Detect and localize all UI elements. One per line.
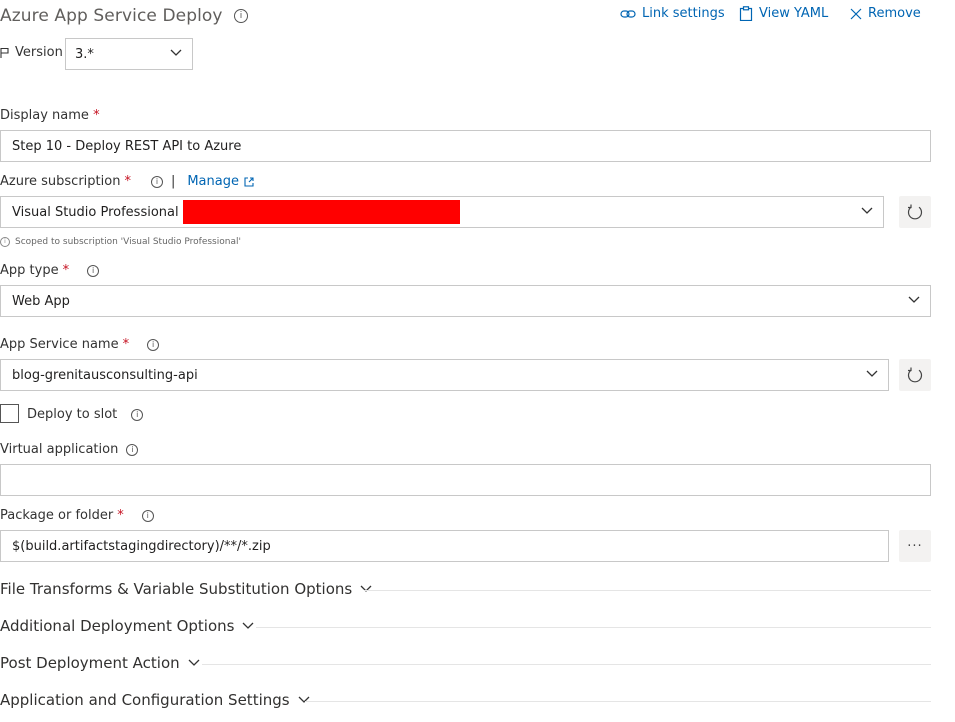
flag-icon xyxy=(0,47,9,58)
refresh-subscription-button[interactable] xyxy=(899,196,931,228)
chevron-down-icon xyxy=(298,696,310,703)
azure-subscription-label: Azure subscription * i | Manage xyxy=(0,174,254,189)
deploy-to-slot-label: Deploy to slot i xyxy=(27,407,144,422)
section-additional-deployment[interactable]: Additional Deployment Options xyxy=(0,617,254,635)
virtual-application-label-text: Virtual application xyxy=(0,442,119,457)
version-label: Version xyxy=(15,45,63,60)
section-title: Additional Deployment Options xyxy=(0,617,235,635)
app-type-value: Web App xyxy=(12,293,70,309)
required-marker: * xyxy=(124,174,131,189)
section-post-deployment[interactable]: Post Deployment Action xyxy=(0,654,200,672)
external-link-icon xyxy=(244,176,254,187)
version-label-group: Version xyxy=(0,45,63,60)
required-marker: * xyxy=(117,508,124,523)
info-icon[interactable]: i xyxy=(131,408,144,421)
link-settings-label: Link settings xyxy=(642,6,725,21)
info-icon[interactable]: i xyxy=(147,338,160,351)
info-icon[interactable]: i xyxy=(150,175,163,188)
required-marker: * xyxy=(62,263,70,278)
package-or-folder-label: Package or folder * i xyxy=(0,508,154,523)
section-file-transforms[interactable]: File Transforms & Variable Substitution … xyxy=(0,580,372,598)
browse-button[interactable]: ··· xyxy=(899,530,931,562)
section-title: Post Deployment Action xyxy=(0,654,180,672)
chevron-down-icon xyxy=(243,622,254,629)
chevron-down-icon xyxy=(170,49,182,56)
section-divider xyxy=(202,664,931,665)
display-name-label-text: Display name xyxy=(0,108,89,123)
package-or-folder-input[interactable]: $(build.artifactstagingdirectory)/**/*.z… xyxy=(0,530,889,562)
deploy-to-slot-label-text: Deploy to slot xyxy=(27,407,118,422)
app-type-select[interactable]: Web App xyxy=(0,285,931,317)
section-divider xyxy=(305,701,931,702)
link-settings-link[interactable]: Link settings xyxy=(620,6,725,21)
version-select[interactable]: 3.* xyxy=(65,38,193,70)
app-service-name-select[interactable]: blog-grenitausconsulting-api xyxy=(0,359,889,391)
task-title-row: Azure App Service Deploy i xyxy=(0,6,249,26)
app-service-name-label: App Service name * i xyxy=(0,337,160,352)
manage-link[interactable]: Manage xyxy=(187,174,239,189)
app-type-label-text: App type xyxy=(0,263,59,278)
more-icon: ··· xyxy=(907,538,923,554)
info-icon[interactable]: i xyxy=(234,9,249,23)
section-title: File Transforms & Variable Substitution … xyxy=(0,580,353,598)
section-title: Application and Configuration Settings xyxy=(0,691,290,709)
chevron-down-icon xyxy=(866,370,878,377)
section-divider xyxy=(256,627,931,628)
app-type-label: App type * i xyxy=(0,263,100,278)
redacted-block xyxy=(182,200,460,224)
scope-note: i Scoped to subscription 'Visual Studio … xyxy=(0,237,241,247)
chevron-down-icon xyxy=(908,296,920,303)
required-marker: * xyxy=(122,337,130,352)
required-marker: * xyxy=(93,108,100,123)
app-service-name-value: blog-grenitausconsulting-api xyxy=(12,367,198,383)
info-icon: i xyxy=(0,237,10,247)
display-name-label: Display name * xyxy=(0,108,100,123)
azure-subscription-label-text: Azure subscription xyxy=(0,174,121,189)
chevron-down-icon xyxy=(360,585,372,592)
display-name-value: Step 10 - Deploy REST API to Azure xyxy=(12,138,242,154)
view-yaml-link[interactable]: View YAML xyxy=(739,6,828,21)
info-icon[interactable]: i xyxy=(87,264,100,277)
display-name-input[interactable]: Step 10 - Deploy REST API to Azure xyxy=(0,130,931,162)
close-icon xyxy=(850,8,862,19)
version-value: 3.* xyxy=(75,46,94,62)
separator: | xyxy=(170,174,176,189)
refresh-app-service-button[interactable] xyxy=(899,359,931,391)
chevron-down-icon xyxy=(188,659,200,666)
package-or-folder-value: $(build.artifactstagingdirectory)/**/*.z… xyxy=(12,538,271,554)
view-yaml-label: View YAML xyxy=(759,6,829,21)
package-or-folder-label-text: Package or folder xyxy=(0,508,114,523)
remove-label: Remove xyxy=(868,6,921,21)
refresh-icon xyxy=(907,204,923,220)
scope-note-text: Scoped to subscription 'Visual Studio Pr… xyxy=(15,237,241,247)
deploy-to-slot-checkbox[interactable] xyxy=(0,404,19,423)
remove-link[interactable]: Remove xyxy=(850,6,921,21)
section-app-config-settings[interactable]: Application and Configuration Settings xyxy=(0,691,310,709)
info-icon[interactable]: i xyxy=(141,509,154,522)
virtual-application-input[interactable] xyxy=(0,464,931,496)
clipboard-icon xyxy=(739,6,753,21)
chevron-down-icon xyxy=(861,207,873,214)
section-divider xyxy=(364,590,931,591)
info-icon[interactable]: i xyxy=(126,443,139,456)
refresh-icon xyxy=(907,367,923,383)
link-icon xyxy=(620,9,636,18)
azure-subscription-select[interactable]: Visual Studio Professional xyxy=(0,196,884,228)
virtual-application-label: Virtual application i xyxy=(0,442,139,457)
app-service-name-label-text: App Service name xyxy=(0,337,119,352)
page-title: Azure App Service Deploy xyxy=(0,6,223,26)
azure-subscription-value: Visual Studio Professional xyxy=(12,204,179,220)
